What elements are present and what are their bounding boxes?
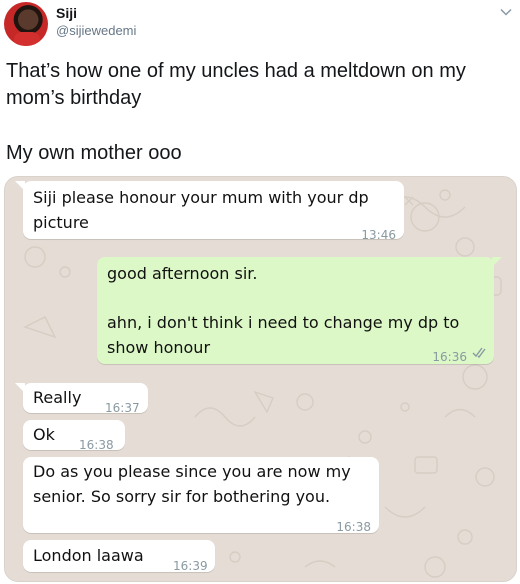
- message-text: London laawa: [33, 546, 144, 565]
- double-check-icon: [472, 347, 486, 358]
- chat-screenshot-image[interactable]: Siji please honour your mum with your dp…: [4, 176, 517, 582]
- message-text: Ok: [33, 425, 55, 444]
- message-time: 16:39: [173, 559, 208, 573]
- message-bubble-incoming[interactable]: Really 16:37: [15, 383, 148, 415]
- message-bubble-incoming[interactable]: Do as you please since you are now my se…: [23, 457, 379, 534]
- message-bubble-incoming[interactable]: Ok 16:38: [23, 420, 125, 452]
- chevron-down-icon[interactable]: [498, 4, 514, 20]
- message-text: ahn, i don't think i need to change my d…: [107, 313, 460, 357]
- avatar[interactable]: [4, 2, 48, 46]
- message-text: Really: [33, 388, 82, 407]
- message-text: good afternoon sir.: [107, 264, 258, 283]
- tweet-text: That’s how one of my uncles had a meltdo…: [6, 58, 506, 167]
- message-time: 16:38: [79, 438, 114, 452]
- tweet-text-line: My own mother ooo: [6, 142, 182, 164]
- message-time: 16:38: [336, 520, 371, 534]
- display-name[interactable]: Siji: [56, 5, 77, 21]
- message-time: 13:46: [361, 228, 396, 242]
- message-bubble-incoming[interactable]: London laawa 16:39: [23, 540, 215, 573]
- tweet-text-line: That’s how one of my uncles had a meltdo…: [6, 60, 466, 109]
- message-bubble-outgoing[interactable]: good afternoon sir. ahn, i don't think i…: [97, 257, 502, 364]
- tweet-header: Siji @sijiewedemi: [0, 0, 520, 50]
- message-bubble-incoming[interactable]: Siji please honour your mum with your dp…: [15, 181, 404, 242]
- message-text: Siji please honour your mum with your dp…: [33, 188, 369, 232]
- user-handle[interactable]: @sijiewedemi: [56, 23, 136, 38]
- message-time: 16:37: [105, 401, 140, 415]
- message-time: 16:36: [432, 350, 467, 364]
- message-text: Do as you please since you are now my se…: [33, 462, 351, 506]
